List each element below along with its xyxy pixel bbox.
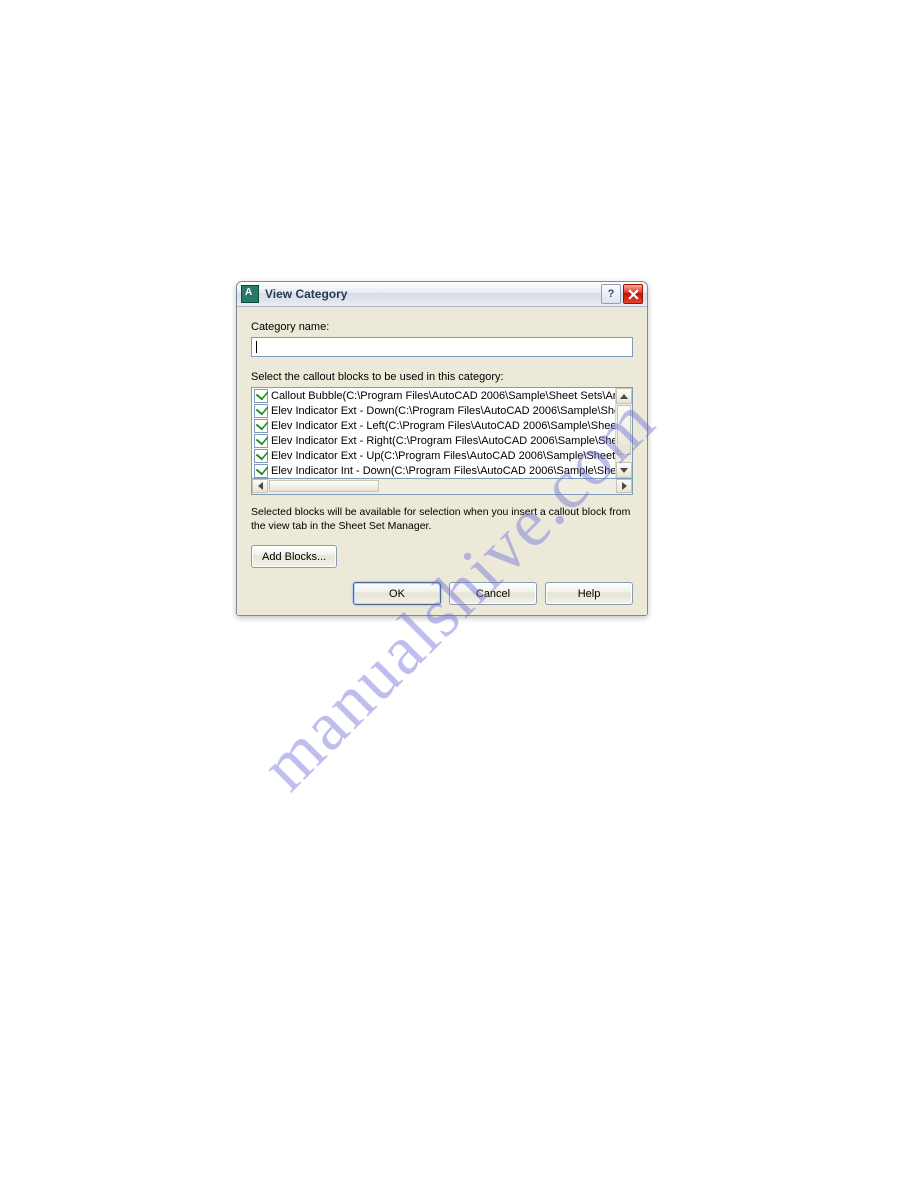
list-item-label: Callout Bubble(C:\Program Files\AutoCAD … — [271, 390, 616, 402]
scroll-left-button[interactable] — [252, 479, 268, 493]
scroll-right-button[interactable] — [616, 479, 632, 493]
dialog-title: View Category — [265, 287, 601, 301]
scroll-thumb[interactable] — [269, 480, 379, 492]
help-dialog-button[interactable]: Help — [545, 582, 633, 605]
dialog-body: Category name: Select the callout blocks… — [237, 307, 647, 615]
app-icon — [241, 285, 259, 303]
chevron-right-icon — [622, 482, 627, 490]
help-text: Selected blocks will be available for se… — [251, 505, 633, 533]
checkbox-icon[interactable] — [254, 389, 268, 403]
scroll-thumb[interactable] — [617, 405, 631, 455]
chevron-down-icon — [620, 468, 628, 473]
list-item-label: Elev Indicator Int - Down(C:\Program Fil… — [271, 465, 616, 477]
list-item-label: Elev Indicator Ext - Right(C:\Program Fi… — [271, 435, 616, 447]
list-item[interactable]: Callout Bubble(C:\Program Files\AutoCAD … — [252, 388, 616, 403]
checkbox-icon[interactable] — [254, 449, 268, 463]
text-caret — [256, 341, 257, 353]
close-icon — [628, 289, 639, 300]
titlebar[interactable]: View Category ? — [237, 282, 647, 307]
list-item[interactable]: Elev Indicator Ext - Up(C:\Program Files… — [252, 448, 616, 463]
cancel-button[interactable]: Cancel — [449, 582, 537, 605]
help-button[interactable]: ? — [601, 284, 621, 304]
add-blocks-button[interactable]: Add Blocks... — [251, 545, 337, 568]
list-item-label: Elev Indicator Ext - Up(C:\Program Files… — [271, 450, 616, 462]
list-item[interactable]: Elev Indicator Ext - Right(C:\Program Fi… — [252, 433, 616, 448]
list-item[interactable]: Elev Indicator Ext - Down(C:\Program Fil… — [252, 403, 616, 418]
scroll-up-button[interactable] — [616, 388, 632, 404]
view-category-dialog: View Category ? Category name: Select th… — [236, 281, 648, 616]
checkbox-icon[interactable] — [254, 464, 268, 478]
list-item[interactable]: Elev Indicator Int - Down(C:\Program Fil… — [252, 463, 616, 478]
vertical-scrollbar[interactable] — [615, 388, 632, 478]
checkbox-icon[interactable] — [254, 404, 268, 418]
titlebar-buttons: ? — [601, 284, 643, 304]
checkbox-icon[interactable] — [254, 434, 268, 448]
callout-blocks-list[interactable]: Callout Bubble(C:\Program Files\AutoCAD … — [251, 387, 633, 479]
horizontal-scrollbar[interactable] — [251, 479, 633, 495]
chevron-up-icon — [620, 394, 628, 399]
category-name-label: Category name: — [251, 321, 633, 333]
scroll-down-button[interactable] — [616, 462, 632, 478]
category-name-input[interactable] — [251, 337, 633, 357]
list-item[interactable]: Elev Indicator Ext - Left(C:\Program Fil… — [252, 418, 616, 433]
chevron-left-icon — [258, 482, 263, 490]
checkbox-icon[interactable] — [254, 419, 268, 433]
ok-button[interactable]: OK — [353, 582, 441, 605]
close-button[interactable] — [623, 284, 643, 304]
list-item-label: Elev Indicator Ext - Down(C:\Program Fil… — [271, 405, 616, 417]
list-viewport: Callout Bubble(C:\Program Files\AutoCAD … — [252, 388, 616, 478]
list-item-label: Elev Indicator Ext - Left(C:\Program Fil… — [271, 420, 616, 432]
dialog-button-row: OK Cancel Help — [251, 582, 633, 605]
select-blocks-label: Select the callout blocks to be used in … — [251, 371, 633, 383]
